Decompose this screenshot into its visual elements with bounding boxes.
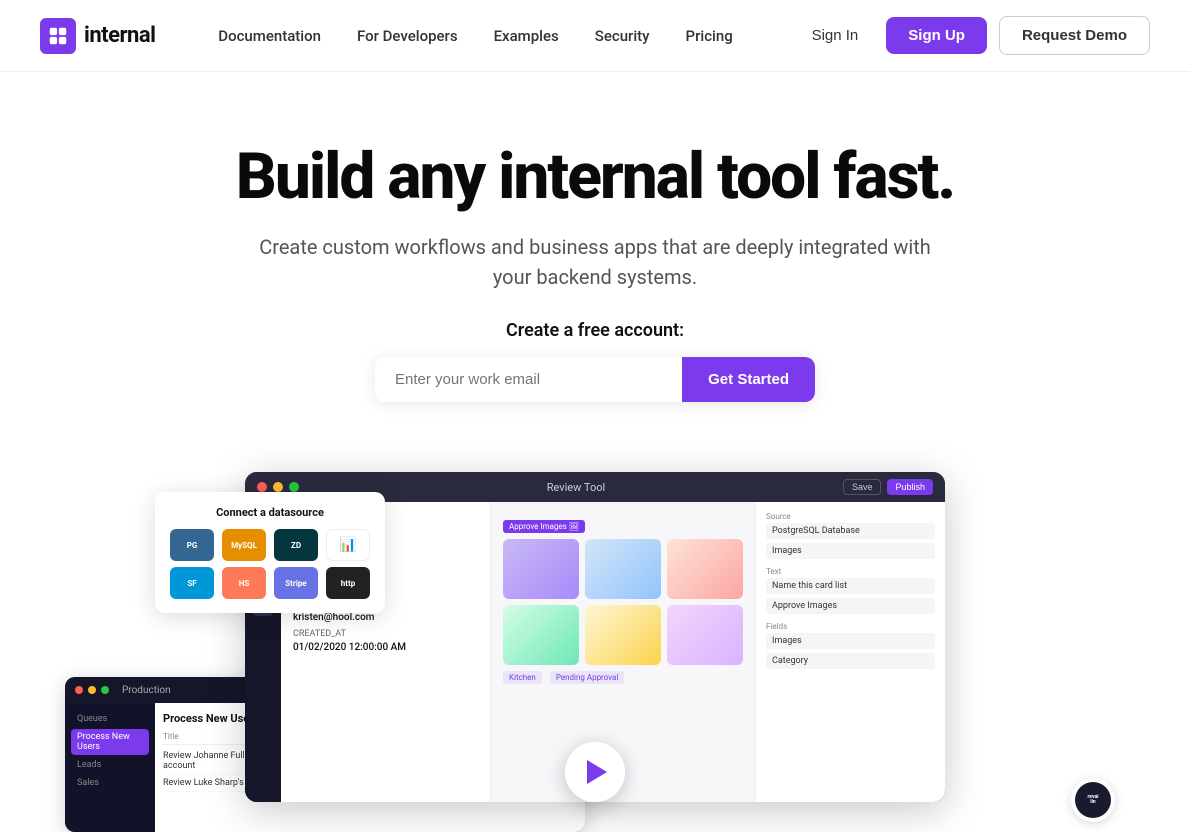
prop-label-text: Text [766,567,935,576]
nav-actions: Sign In Sign Up Request Demo [796,16,1150,55]
ds-item-hubspot: HS [221,567,267,599]
ds-item-gsheets: 📊 [325,529,371,561]
ds-logo-gsheets: 📊 [326,529,370,561]
category-badge-pending: Pending Approval [550,671,624,684]
play-button[interactable] [565,742,625,802]
window-actions: Save Publish [843,479,933,495]
window-publish-button[interactable]: Publish [887,479,933,495]
approve-images-panel: Approve Images 🖼 Kitchen Pending Approva… [491,502,755,802]
logo-link[interactable]: internal [40,18,155,54]
datasources-panel: Connect a datasource PG MySQL ZD 📊 SF HS… [155,492,385,613]
logo-icon [40,18,76,54]
queue-dot-yellow [88,686,96,694]
nav-link-security[interactable]: Security [595,27,650,45]
approve-img-4 [503,605,579,665]
prop-select-fields: Images [766,633,935,649]
category-badge-kitchen: Kitchen [503,671,542,684]
ds-logo-zendesk: ZD [274,529,318,561]
prop-label-fields: Fields [766,622,935,631]
approve-img-3 [667,539,743,599]
queue-sidebar: Queues Process New Users Leads Sales [65,703,155,832]
category-row: Kitchen Pending Approval [503,671,743,684]
hero-headline: Build any internal tool fast. [215,142,975,212]
field-label-created: CREATED_AT [293,629,478,639]
ds-logo-mysql: MySQL [222,529,266,561]
queue-nav-process[interactable]: Process New Users [71,729,149,755]
email-form: Get Started [375,357,815,402]
hero-cta-label: Create a free account: [40,320,1150,341]
logo-svg [47,25,69,47]
prop-text: Text Name this card list Approve Images [766,567,935,614]
nav-link-for-developers[interactable]: For Developers [357,27,458,45]
logo-text: internal [84,23,155,48]
ds-logo-stripe: Stripe [274,567,318,599]
navbar: internal Documentation For Developers Ex… [0,0,1190,72]
nav-link-pricing[interactable]: Pricing [686,27,733,45]
prop-source: Source PostgreSQL Database Images [766,512,935,559]
hero-section: Build any internal tool fast. Create cus… [0,72,1190,432]
queue-nav-leads[interactable]: Leads [71,757,149,773]
nav-link-examples[interactable]: Examples [494,27,559,45]
window-title: Review Tool [315,481,837,494]
revalin-inner: revailin [1075,782,1111,818]
ds-item-sf: SF [169,567,215,599]
properties-panel: Source PostgreSQL Database Images Text N… [755,502,945,802]
ds-logo-http: http [326,567,370,599]
prop-select-source: PostgreSQL Database [766,523,935,539]
queue-window-title: Production [122,685,171,696]
sign-in-button[interactable]: Sign In [796,19,875,52]
request-demo-button[interactable]: Request Demo [999,16,1150,55]
ds-logo-pg: PG [170,529,214,561]
screenshots-area: Connect a datasource PG MySQL ZD 📊 SF HS… [45,472,1145,832]
approve-img-5 [585,605,661,665]
ds-item-pg: PG [169,529,215,561]
dot-yellow [273,482,283,492]
revalin-widget[interactable]: revailin [1071,778,1115,822]
approve-images-grid [503,539,743,665]
prop-select-text: Name this card list [766,578,935,594]
nav-links: Documentation For Developers Examples Se… [218,26,732,45]
dot-red [257,482,267,492]
queue-dot-red [75,686,83,694]
approve-img-2 [585,539,661,599]
approve-img-1 [503,539,579,599]
window-save-button[interactable]: Save [843,479,882,495]
prop-select-category: Category [766,653,935,669]
field-val-email: kristen@hool.com [293,612,478,623]
ds-logo-sf: SF [170,567,214,599]
revalin-text: revailin [1088,795,1099,806]
nav-link-documentation[interactable]: Documentation [218,27,321,45]
queue-nav-sales[interactable]: Sales [71,775,149,791]
ds-item-zendesk: ZD [273,529,319,561]
datasources-title: Connect a datasource [169,506,371,519]
approve-tag: Approve Images 🖼 [503,520,585,533]
ds-logo-hubspot: HS [222,567,266,599]
field-val-created: 01/02/2020 12:00:00 AM [293,642,478,653]
approve-img-6 [667,605,743,665]
dot-green [289,482,299,492]
prop-label-source: Source [766,512,935,521]
ds-item-stripe: Stripe [273,567,319,599]
email-input[interactable] [375,357,682,402]
prop-select-name: Approve Images [766,598,935,614]
queue-nav-queues[interactable]: Queues [71,711,149,727]
ds-item-http: http [325,567,371,599]
play-triangle-icon [587,760,607,784]
prop-fields: Fields Images Category [766,622,935,669]
hero-subline: Create custom workflows and business app… [255,232,935,292]
datasources-grid: PG MySQL ZD 📊 SF HS Stripe http [169,529,371,599]
ds-item-mysql: MySQL [221,529,267,561]
sign-up-button[interactable]: Sign Up [886,17,987,54]
queue-dot-green [101,686,109,694]
get-started-button[interactable]: Get Started [682,357,815,402]
prop-select-images: Images [766,543,935,559]
